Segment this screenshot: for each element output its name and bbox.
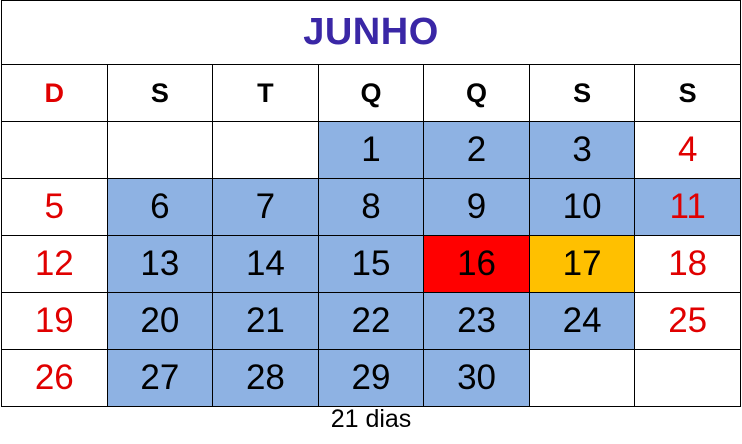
weekday-header: S	[106, 64, 214, 122]
week-row: 5 6 7 8 9 10 11	[1, 178, 741, 236]
weekday-header: D	[1, 64, 108, 122]
day-cell: 17	[528, 235, 636, 293]
working-days-count: 21 dias	[330, 405, 412, 433]
weekday-header: Q	[423, 64, 530, 122]
day-cell: 25	[634, 292, 741, 350]
day-cell: 14	[212, 235, 319, 293]
day-cell: 4	[634, 121, 741, 179]
calendar-table: JUNHO D S T Q Q S S 1 2 3 4 5 6 7 8 9 10…	[1, 0, 741, 407]
day-cell: 27	[106, 349, 214, 407]
weekday-header: S	[634, 64, 741, 122]
month-title-cell: JUNHO	[1, 0, 741, 65]
day-cell: 3	[528, 121, 636, 179]
day-cell: 26	[1, 349, 108, 407]
day-cell: 7	[212, 178, 319, 236]
week-row: 19 20 21 22 23 24 25	[1, 292, 741, 350]
day-cell	[106, 121, 214, 179]
day-cell: 8	[317, 178, 425, 236]
day-cell: 23	[423, 292, 530, 350]
day-cell: 12	[1, 235, 108, 293]
day-cell: 20	[106, 292, 214, 350]
week-row: 1 2 3 4	[1, 121, 741, 179]
day-cell: 15	[317, 235, 425, 293]
day-cell	[634, 349, 741, 407]
weekday-header-row: D S T Q Q S S	[1, 64, 741, 122]
day-cell: 5	[1, 178, 108, 236]
day-cell: 6	[106, 178, 214, 236]
day-cell: 24	[528, 292, 636, 350]
weekday-header: T	[212, 64, 319, 122]
day-cell: 11	[634, 178, 741, 236]
weekday-header: Q	[317, 64, 425, 122]
day-cell	[528, 349, 636, 407]
day-cell	[1, 121, 108, 179]
weekday-header: S	[528, 64, 636, 122]
week-row: 26 27 28 29 30	[1, 349, 741, 407]
day-cell: 29	[317, 349, 425, 407]
day-cell: 18	[634, 235, 741, 293]
day-cell: 22	[317, 292, 425, 350]
day-cell: 1	[317, 121, 425, 179]
day-cell: 28	[212, 349, 319, 407]
month-title: JUNHO	[303, 11, 439, 53]
day-cell: 16	[423, 235, 530, 293]
day-cell: 13	[106, 235, 214, 293]
day-cell: 19	[1, 292, 108, 350]
day-cell: 30	[423, 349, 530, 407]
day-cell: 21	[212, 292, 319, 350]
week-row: 12 13 14 15 16 17 18	[1, 235, 741, 293]
day-cell: 2	[423, 121, 530, 179]
day-cell: 9	[423, 178, 530, 236]
day-cell	[212, 121, 319, 179]
day-cell: 10	[528, 178, 636, 236]
